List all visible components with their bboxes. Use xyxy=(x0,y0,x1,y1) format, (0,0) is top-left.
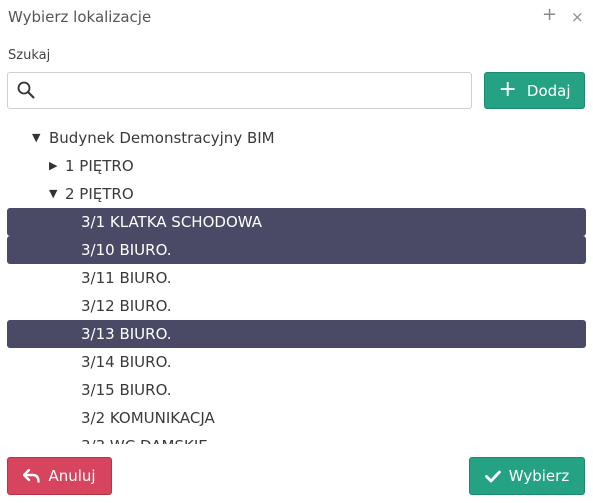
plus-icon: + xyxy=(498,76,517,102)
tree-node-label: 1 PIĘTRO xyxy=(65,157,134,175)
cancel-button[interactable]: Anuluj xyxy=(7,457,112,495)
tree-node-label: 3/1 KLATKA SCHODOWA xyxy=(81,213,263,231)
add-button[interactable]: + Dodaj xyxy=(484,72,585,109)
select-button[interactable]: Wybierz xyxy=(469,457,585,495)
cancel-button-label: Anuluj xyxy=(48,467,96,485)
dialog-title: Wybierz lokalizacje xyxy=(8,8,152,26)
tree-node-label: 3/12 BIURO. xyxy=(81,297,172,315)
tree-node-building[interactable]: ▼ Budynek Demonstracyjny BIM xyxy=(7,124,586,152)
tree-node-label: Budynek Demonstracyjny BIM xyxy=(49,129,275,147)
tree-node-room[interactable]: 3/15 BIURO. xyxy=(7,376,586,404)
tree-node-label: 3/15 BIURO. xyxy=(81,381,172,399)
tree-node-room[interactable]: 3/2 KOMUNIKACJA xyxy=(7,404,586,432)
undo-arrow-icon xyxy=(23,469,41,483)
search-icon xyxy=(17,81,35,99)
tree-node-room[interactable]: 3/3 WC DAMSKIE xyxy=(7,432,586,444)
search-field[interactable] xyxy=(7,72,472,109)
select-button-label: Wybierz xyxy=(508,467,570,485)
tree-node-label: 3/3 WC DAMSKIE xyxy=(81,432,208,444)
tree-node-label: 3/11 BIURO. xyxy=(81,269,172,287)
tree-node-label: 3/14 BIURO. xyxy=(81,353,172,371)
tree-node-label: 3/2 KOMUNIKACJA xyxy=(81,409,215,427)
tree-node-room[interactable]: 3/1 KLATKA SCHODOWA xyxy=(7,208,586,236)
tree-node-floor[interactable]: ▶ 1 PIĘTRO xyxy=(7,152,586,180)
location-tree: ▼ Budynek Demonstracyjny BIM ▶ 1 PIĘTRO ▼ 2 P… xyxy=(0,124,593,444)
close-button[interactable]: × xyxy=(571,7,584,27)
add-button-label: Dodaj xyxy=(526,81,571,100)
tree-node-label: 3/10 BIURO. xyxy=(81,241,172,259)
tree-node-room[interactable]: 3/12 BIURO. xyxy=(7,292,586,320)
caret-down-icon[interactable]: ▼ xyxy=(32,124,40,152)
tree-node-label: 2 PIĘTRO xyxy=(65,185,134,203)
tree-node-room[interactable]: 3/13 BIURO. xyxy=(7,320,586,348)
tree-node-label: 3/13 BIURO. xyxy=(81,325,172,343)
caret-down-icon[interactable]: ▼ xyxy=(49,180,57,208)
tree-node-room[interactable]: 3/11 BIURO. xyxy=(7,264,586,292)
search-input[interactable] xyxy=(42,73,467,108)
tree-node-room[interactable]: 3/14 BIURO. xyxy=(7,348,586,376)
tree-node-room[interactable]: 3/10 BIURO. xyxy=(7,236,586,264)
caret-right-icon[interactable]: ▶ xyxy=(49,152,57,180)
tree-node-floor[interactable]: ▼ 2 PIĘTRO xyxy=(7,180,586,208)
check-icon xyxy=(484,470,501,482)
search-label: Szukaj xyxy=(8,48,51,63)
maximize-button[interactable]: + xyxy=(542,5,557,25)
